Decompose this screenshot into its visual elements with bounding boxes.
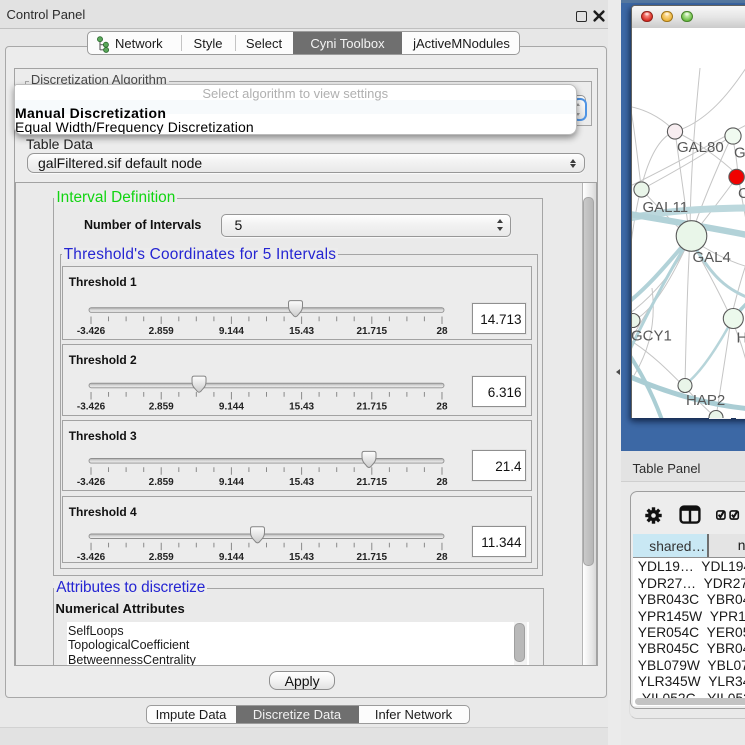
svg-text:28: 28 xyxy=(436,552,448,562)
svg-text:28: 28 xyxy=(436,477,448,488)
svg-text:2.859: 2.859 xyxy=(148,402,173,413)
svg-text:9.144: 9.144 xyxy=(219,477,244,488)
svg-text:-3.426: -3.426 xyxy=(77,552,106,562)
svg-text:HAP2: HAP2 xyxy=(686,392,725,409)
svg-text:HA: HA xyxy=(737,329,745,346)
svg-text:21.715: 21.715 xyxy=(356,402,387,413)
svg-text:GAL4: GAL4 xyxy=(693,249,731,266)
svg-text:2.859: 2.859 xyxy=(148,326,173,337)
svg-text:2.859: 2.859 xyxy=(148,552,173,562)
svg-text:15.43: 15.43 xyxy=(289,552,314,562)
svg-text:28: 28 xyxy=(436,326,448,337)
svg-text:9.144: 9.144 xyxy=(219,326,244,337)
svg-text:21.715: 21.715 xyxy=(356,477,387,488)
svg-text:15.43: 15.43 xyxy=(289,326,314,337)
svg-text:2.859: 2.859 xyxy=(148,477,173,488)
svg-text:GAL11: GAL11 xyxy=(643,199,689,216)
svg-text:15.43: 15.43 xyxy=(289,477,314,488)
svg-text:28: 28 xyxy=(436,402,448,413)
svg-text:21.715: 21.715 xyxy=(356,552,387,562)
svg-text:C: C xyxy=(738,185,745,202)
svg-text:GCY1: GCY1 xyxy=(632,327,672,344)
svg-text:9.144: 9.144 xyxy=(219,402,244,413)
svg-text:-3.426: -3.426 xyxy=(77,477,106,488)
svg-text:GA: GA xyxy=(734,144,745,161)
svg-text:9.144: 9.144 xyxy=(219,552,244,562)
svg-text:GAL80: GAL80 xyxy=(677,139,724,156)
svg-text:15.43: 15.43 xyxy=(289,402,314,413)
svg-text:-3.426: -3.426 xyxy=(77,326,106,337)
svg-text:21.715: 21.715 xyxy=(356,326,387,337)
svg-text:-3.426: -3.426 xyxy=(77,402,106,413)
